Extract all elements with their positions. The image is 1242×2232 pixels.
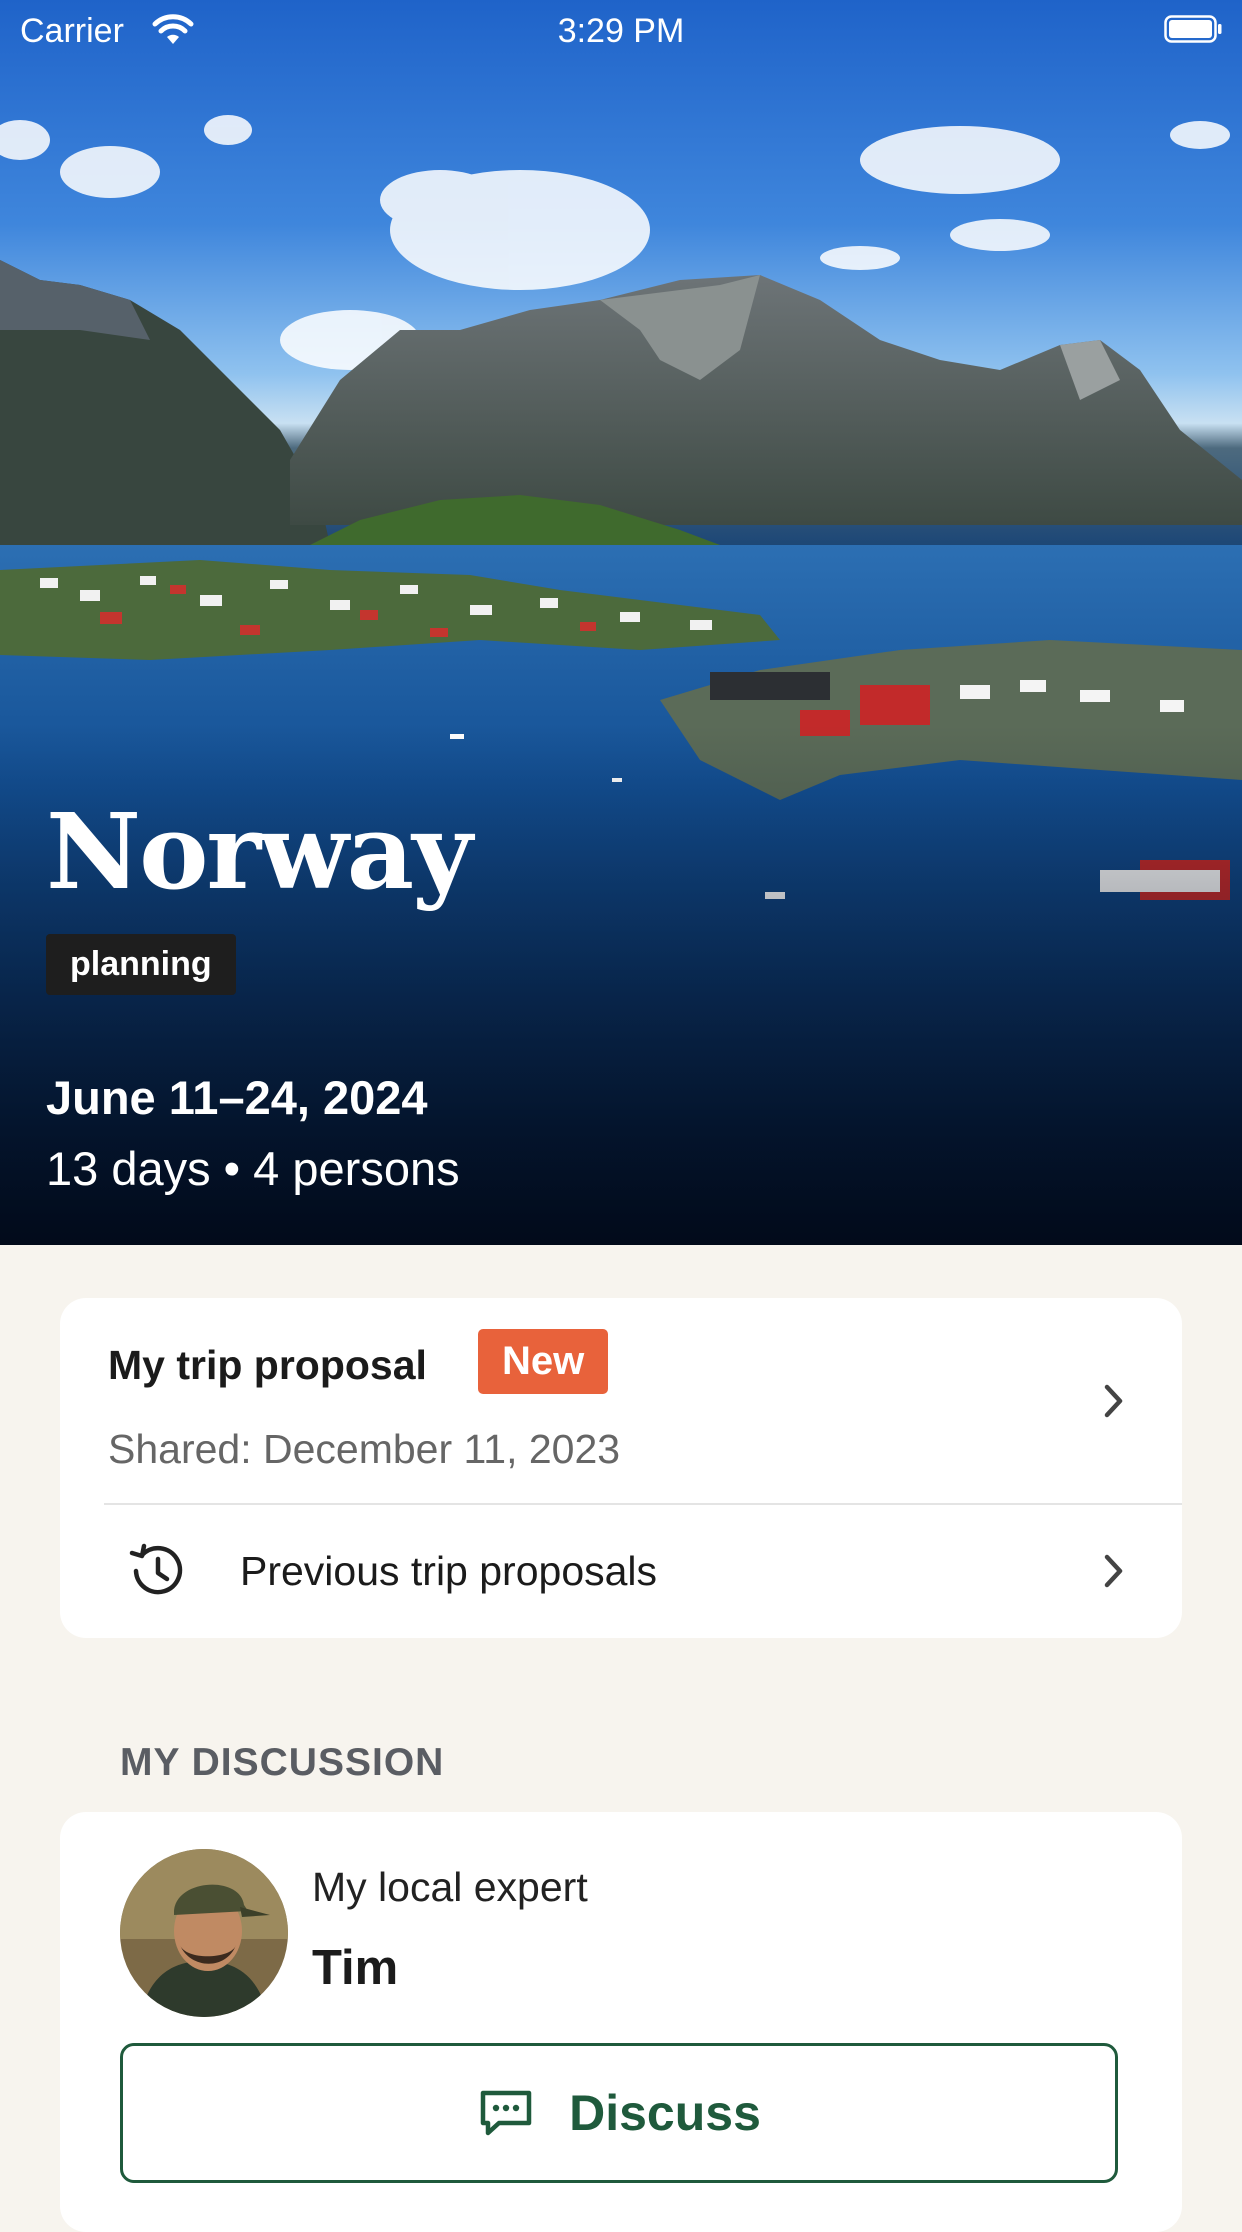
previous-trip-proposals-row[interactable]: Previous trip proposals [60,1505,1182,1638]
trip-dates: June 11–24, 2024 [46,1071,428,1124]
previous-proposals-label: Previous trip proposals [240,1548,658,1594]
local-expert-card: My local expert Tim Discuss [60,1812,1182,2232]
history-icon [129,1543,183,1595]
hero-banner: Carrier 3:29 PM Norway planning June 11–… [0,0,1242,1245]
destination-title: Norway [46,790,473,913]
battery-icon [1164,15,1222,43]
trip-proposal-card: My trip proposal New Shared: December 11… [60,1298,1182,1638]
current-trip-proposal-row[interactable]: My trip proposal New Shared: December 11… [60,1298,1182,1503]
section-heading-my-discussion: MY DISCUSSION [120,1741,445,1784]
trip-status-badge: planning [46,934,236,995]
discuss-button-label: Discuss [569,2085,761,2141]
chevron-right-icon [1104,1384,1123,1418]
expert-name: Tim [312,1941,399,1995]
proposal-title: My trip proposal [108,1342,427,1388]
discuss-button[interactable]: Discuss [120,2043,1118,2183]
chevron-right-icon [1104,1554,1123,1588]
trip-duration-persons: 13 days • 4 persons [46,1142,460,1195]
expert-role-label: My local expert [312,1864,588,1910]
proposal-shared-date: Shared: December 11, 2023 [108,1426,621,1472]
expert-avatar [120,1849,288,2017]
chat-bubble-icon [480,2090,532,2136]
clock: 3:29 PM [557,12,685,50]
new-badge: New [478,1329,609,1394]
status-bar: Carrier 3:29 PM [0,0,1242,62]
